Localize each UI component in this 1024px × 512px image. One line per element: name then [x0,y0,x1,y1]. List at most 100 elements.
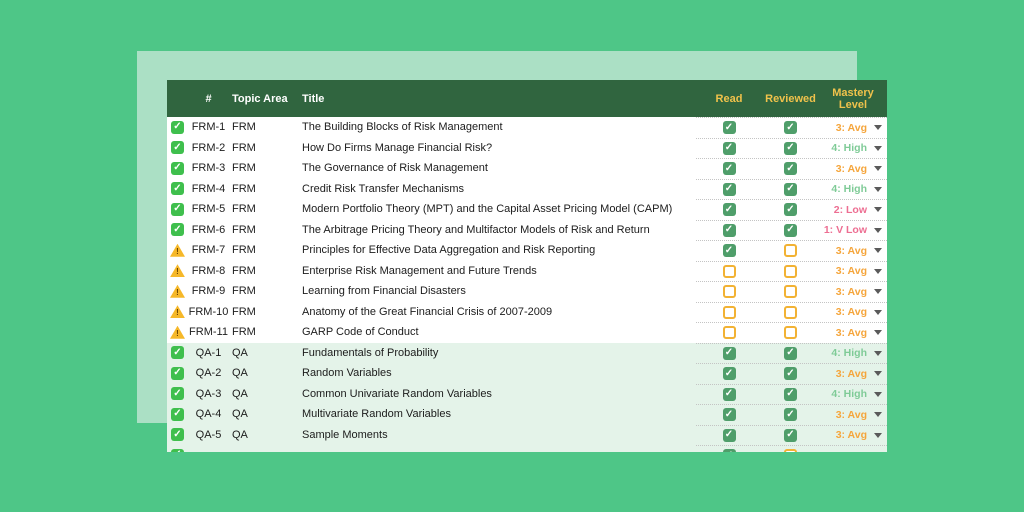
row-tracking-cells: ✓ ✓ 4: High [696,137,887,159]
status-warning-icon: ! [170,325,185,339]
status-cell: ✓ [167,182,188,196]
chevron-down-icon [874,125,882,131]
column-header-mastery-level: Mastery Level [832,86,874,111]
reviewed-checkbox[interactable]: ✓ [784,428,797,442]
mastery-dropdown[interactable]: 3: Avg [819,163,887,175]
mastery-dropdown[interactable]: 3: Avg [819,286,887,298]
topic-area: QA [232,408,248,421]
mastery-label: 3: Avg [835,265,867,278]
read-checkbox[interactable]: ✓ [722,141,736,155]
chevron-down-icon [874,145,882,151]
reviewed-checkbox[interactable]: ✓ [784,346,797,360]
mastery-dropdown[interactable]: 4: High [819,142,887,154]
mastery-dropdown[interactable]: 4: High [819,388,887,400]
mastery-dropdown[interactable]: 1: V Low [819,224,887,236]
mastery-dropdown[interactable]: 3: Avg [819,245,887,257]
table-row: ✓ FRM-3 FRM The Governance of Risk Manageme… [167,158,887,179]
read-checkbox[interactable]: ✓ [722,203,736,217]
chapter-number: QA-1 [195,346,222,359]
chapter-title: Multivariate Random Variables [302,408,451,421]
chapter-title: Anatomy of the Great Financial Crisis of… [302,305,553,318]
checkmark-icon: ✓ [724,367,734,379]
reviewed-checkbox[interactable] [784,449,797,452]
reviewed-checkbox[interactable] [784,244,797,258]
reviewed-checkbox[interactable]: ✓ [784,121,797,135]
table-row: ! FRM-8 FRM Enterprise Risk Management and … [167,260,887,281]
reviewed-checkbox[interactable]: ✓ [784,387,797,401]
read-checkbox[interactable] [722,305,736,319]
read-cell [696,326,762,340]
checkmark-icon: ✓ [173,121,182,133]
chapter-number: FRM-6 [191,223,226,236]
chevron-down-icon [874,330,882,336]
chevron-down-icon [874,207,882,213]
mastery-dropdown[interactable]: 3: Avg [819,409,887,421]
read-cell: ✓ [696,162,762,176]
read-checkbox[interactable]: ✓ [722,387,736,401]
row-tracking-cells: 3: Avg [696,301,887,323]
reviewed-checkbox[interactable] [784,326,797,340]
read-checkbox[interactable]: ✓ [722,346,736,360]
chapter-title: How Do Firms Manage Financial Risk? [302,141,493,154]
reviewed-checkbox[interactable]: ✓ [784,182,797,196]
topic-area: FRM [232,141,256,154]
topic-area: FRM [232,162,256,175]
chapter-title: Learning from Financial Disasters [302,285,466,298]
reviewed-checkbox[interactable]: ✓ [784,141,797,155]
mastery-dropdown[interactable]: 4: High [819,347,887,359]
row-tracking-cells: ✓ [696,445,887,452]
reviewed-checkbox[interactable] [784,285,797,299]
read-checkbox[interactable]: ✓ [722,367,736,381]
read-cell: ✓ [696,367,762,381]
topic-area: QA [232,387,248,400]
reviewed-checkbox[interactable]: ✓ [784,223,797,237]
read-checkbox[interactable]: ✓ [722,223,736,237]
read-checkbox[interactable] [722,326,736,340]
checkmark-icon: ✓ [725,450,733,452]
mastery-dropdown[interactable]: 3: Avg [819,122,887,134]
status-cell: ✓ [167,366,188,380]
mastery-label: 4: High [831,388,867,401]
read-checkbox[interactable]: ✓ [722,182,736,196]
chapter-number: QA-4 [195,408,222,421]
mastery-dropdown[interactable]: 3: Avg [819,327,887,339]
mastery-label: 2: Low [833,203,867,216]
checkmark-icon: ✓ [173,203,182,215]
read-cell [696,305,762,319]
chapter-number: FRM-1 [191,121,226,134]
mastery-dropdown[interactable]: 3: Avg [819,306,887,318]
read-checkbox[interactable]: ✓ [722,162,736,176]
reviewed-checkbox[interactable] [784,305,797,319]
mastery-dropdown[interactable]: 3: Avg [819,265,887,277]
study-tracker-table: # Topic Area Title Read Reviewed Mastery… [167,80,887,452]
reviewed-checkbox[interactable]: ✓ [784,162,797,176]
read-checkbox[interactable]: ✓ [722,121,736,135]
reviewed-cell [762,305,819,319]
status-cell: ✓ [167,141,188,155]
read-checkbox[interactable]: ✓ [722,244,736,258]
read-checkbox[interactable]: ✓ [722,449,736,452]
reviewed-checkbox[interactable]: ✓ [784,408,797,422]
reviewed-checkbox[interactable]: ✓ [784,367,797,381]
reviewed-checkbox[interactable]: ✓ [784,203,797,217]
mastery-dropdown[interactable]: 2: Low [819,204,887,216]
mastery-dropdown[interactable]: 3: Avg [819,429,887,441]
chapter-title: The Arbitrage Pricing Theory and Multifa… [302,223,650,236]
mastery-dropdown[interactable]: 3: Avg [819,368,887,380]
chapter-title: The Governance of Risk Management [302,162,488,175]
row-tracking-cells: ✓ ✓ 3: Avg [696,117,887,138]
read-checkbox[interactable] [722,264,736,278]
chevron-down-icon [874,391,882,397]
mastery-dropdown[interactable]: 4: High [819,183,887,195]
reviewed-cell: ✓ [762,367,819,381]
chapter-title: Modern Portfolio Theory (MPT) and the Ca… [302,203,673,216]
read-checkbox[interactable]: ✓ [722,428,736,442]
status-check-icon: ✓ [171,182,184,196]
reviewed-checkbox[interactable] [784,264,797,278]
chapter-title: Enterprise Risk Management and Future Tr… [302,264,537,277]
read-checkbox[interactable]: ✓ [722,408,736,422]
read-checkbox[interactable] [722,285,736,299]
chevron-down-icon [874,350,882,356]
row-tracking-cells: 3: Avg [696,281,887,302]
reviewed-cell: ✓ [762,182,819,196]
